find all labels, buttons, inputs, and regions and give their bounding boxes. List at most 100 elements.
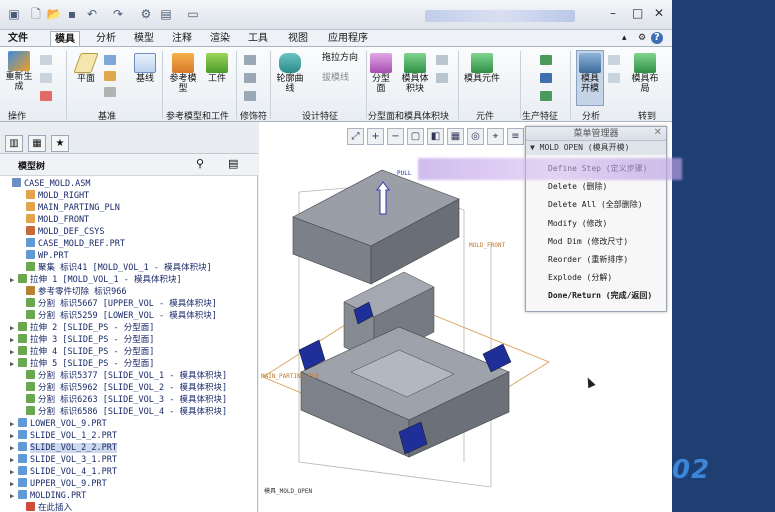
- tree-filter-icon[interactable]: ⚲: [196, 157, 204, 170]
- tab-applications[interactable]: 应用程序: [324, 31, 372, 46]
- expand-arrow-icon[interactable]: ▶: [10, 322, 18, 334]
- group-component[interactable]: 元件: [476, 109, 494, 122]
- tab-model[interactable]: 模型: [130, 31, 158, 46]
- expand-arrow-icon[interactable]: ▶: [10, 418, 18, 430]
- maximize-button[interactable]: □: [632, 6, 643, 20]
- tree-item[interactable]: ▶ SLIDE_VOL_4_1.PRT: [10, 466, 117, 478]
- draft-line-button[interactable]: 拔模线: [308, 73, 362, 83]
- menu-manager-item[interactable]: Delete All (全部删除): [548, 199, 643, 210]
- tree-item[interactable]: 分割 标识6263 [SLIDE_VOL_3 - 模具体积块]: [18, 394, 227, 406]
- close-button[interactable]: ✕: [654, 6, 664, 20]
- parting-surface-button[interactable]: 分型面: [368, 53, 394, 94]
- folder-browser-tab-icon[interactable]: ▦: [28, 135, 46, 152]
- expand-arrow-icon[interactable]: ▶: [10, 274, 18, 286]
- plane-button[interactable]: 平面: [72, 53, 100, 84]
- annotation-display-icon[interactable]: ≡: [507, 128, 524, 145]
- mold-volume-button[interactable]: 模具体积块: [398, 53, 432, 94]
- regenerate-button[interactable]: 重新生成: [4, 51, 34, 92]
- model-tree-tab-icon[interactable]: ▥: [5, 135, 23, 152]
- menu-manager-item[interactable]: Mod Dim (修改尺寸): [548, 236, 628, 247]
- menu-manager-close-icon[interactable]: ✕: [654, 127, 662, 138]
- tab-view[interactable]: 视图: [284, 31, 312, 46]
- csys-icon[interactable]: [104, 87, 116, 97]
- tree-item[interactable]: MOLD_DEF_CSYS: [18, 226, 105, 238]
- runner-icon[interactable]: [540, 55, 552, 65]
- windows-icon[interactable]: ▤: [158, 6, 174, 22]
- tree-item[interactable]: ▶ 拉伸 1 [MOLD_VOL_1 - 模具体积块]: [10, 274, 182, 286]
- expand-arrow-icon[interactable]: ▶: [10, 454, 18, 466]
- expand-arrow-icon[interactable]: ▶: [10, 346, 18, 358]
- split-icon[interactable]: [436, 55, 448, 65]
- group-production[interactable]: 生产特征: [522, 109, 558, 122]
- molding-icon[interactable]: [540, 91, 552, 101]
- copy-icon[interactable]: [40, 55, 52, 65]
- tree-item[interactable]: ▶ 拉伸 5 [SLIDE_PS - 分型面]: [10, 358, 154, 370]
- menu-manager-item[interactable]: Explode (分解): [548, 272, 612, 283]
- redo-icon[interactable]: ↷: [110, 6, 126, 22]
- settings-icon[interactable]: ⚙: [634, 31, 650, 46]
- tree-item[interactable]: ▶ SLIDE_VOL_1_2.PRT: [10, 430, 117, 442]
- tree-item[interactable]: ▶ 拉伸 2 [SLIDE_PS - 分型面]: [10, 322, 154, 334]
- workpiece-button[interactable]: 工件: [202, 53, 232, 84]
- undo-icon[interactable]: ↶: [84, 6, 100, 22]
- waterline-icon[interactable]: [540, 73, 552, 83]
- tree-item[interactable]: ▶ 拉伸 3 [SLIDE_PS - 分型面]: [10, 334, 154, 346]
- tree-item[interactable]: ▶ LOWER_VOL_9.PRT: [10, 418, 107, 430]
- regenerate-quick-icon[interactable]: ⚙: [138, 6, 154, 22]
- open-file-icon[interactable]: 📂: [46, 6, 62, 22]
- mold-open-submenu[interactable]: ▼ MOLD OPEN (模具开模): [526, 141, 666, 155]
- save-icon[interactable]: ▪: [64, 6, 80, 22]
- draft-direction-button[interactable]: 拖拉方向: [308, 53, 362, 63]
- zoom-out-icon[interactable]: −: [387, 128, 404, 145]
- tree-item[interactable]: ▶ SLIDE_VOL_2_2.PRT: [10, 442, 117, 454]
- tab-file[interactable]: 文件: [4, 31, 32, 46]
- tree-item[interactable]: MAIN_PARTING_PLN: [18, 202, 120, 214]
- mold-layout-button[interactable]: 模具布局: [628, 53, 662, 94]
- analysis-small-icon-2[interactable]: [608, 73, 620, 83]
- point-icon[interactable]: [104, 71, 116, 81]
- tree-item[interactable]: 参考零件切除 标识966: [18, 286, 126, 298]
- tree-settings-icon[interactable]: ▤: [228, 157, 238, 170]
- tree-item[interactable]: MOLD_RIGHT: [18, 190, 89, 202]
- extract-icon[interactable]: [436, 73, 448, 83]
- tab-mold[interactable]: 模具: [50, 31, 80, 46]
- tab-annotate[interactable]: 注释: [168, 31, 196, 46]
- group-datum[interactable]: 基准: [98, 109, 116, 122]
- tab-tools[interactable]: 工具: [244, 31, 272, 46]
- expand-arrow-icon[interactable]: ▶: [10, 430, 18, 442]
- analysis-small-icon[interactable]: [608, 55, 620, 65]
- tree-item[interactable]: CASE_MOLD_REF.PRT: [18, 238, 125, 250]
- repaint-icon[interactable]: ▢: [407, 128, 424, 145]
- shrink-icon[interactable]: [244, 55, 256, 65]
- zoom-in-icon[interactable]: +: [367, 128, 384, 145]
- group-ref-workpiece[interactable]: 参考模型和工件: [166, 109, 229, 122]
- tree-item[interactable]: 分割 标识5962 [SLIDE_VOL_2 - 模具体积块]: [18, 382, 227, 394]
- tab-render[interactable]: 渲染: [206, 31, 234, 46]
- tree-item[interactable]: 分割 标识5667 [UPPER_VOL - 模具体积块]: [18, 298, 217, 310]
- expand-arrow-icon[interactable]: ▶: [10, 466, 18, 478]
- axis-icon[interactable]: [104, 55, 116, 65]
- mold-component-button[interactable]: 模具元件: [464, 53, 500, 84]
- expand-arrow-icon[interactable]: ▶: [10, 490, 18, 502]
- datum-display-icon[interactable]: ⌖: [487, 128, 504, 145]
- new-file-icon[interactable]: 🗋: [28, 6, 44, 22]
- tree-item[interactable]: 在此插入: [18, 502, 72, 512]
- group-analysis[interactable]: 分析: [582, 109, 600, 122]
- refit-icon[interactable]: ⤢: [347, 128, 364, 145]
- expand-arrow-icon[interactable]: ▶: [10, 358, 18, 370]
- menu-manager-item[interactable]: Modify (修改): [548, 218, 607, 229]
- mold-open-button[interactable]: 模具开模: [576, 50, 604, 106]
- ribbon-minimize-icon[interactable]: ▴: [618, 31, 631, 46]
- group-operations[interactable]: 操作: [8, 109, 26, 122]
- contour-curve-button[interactable]: 轮廓曲线: [274, 53, 306, 94]
- tree-item[interactable]: MOLD_FRONT: [18, 214, 89, 226]
- menu-manager-item[interactable]: Done/Return (完成/返回): [548, 290, 652, 301]
- menu-manager-item[interactable]: Reorder (重新排序): [548, 254, 628, 265]
- cavity-layout-icon[interactable]: [244, 91, 256, 101]
- view-manager-icon[interactable]: ◎: [467, 128, 484, 145]
- tree-item[interactable]: ▶ SLIDE_VOL_3_1.PRT: [10, 454, 117, 466]
- tree-item[interactable]: ▶ UPPER_VOL_9.PRT: [10, 478, 107, 490]
- tab-analysis[interactable]: 分析: [92, 31, 120, 46]
- tree-item[interactable]: ▶ MOLDING.PRT: [10, 490, 86, 502]
- display-style-icon[interactable]: ◧: [427, 128, 444, 145]
